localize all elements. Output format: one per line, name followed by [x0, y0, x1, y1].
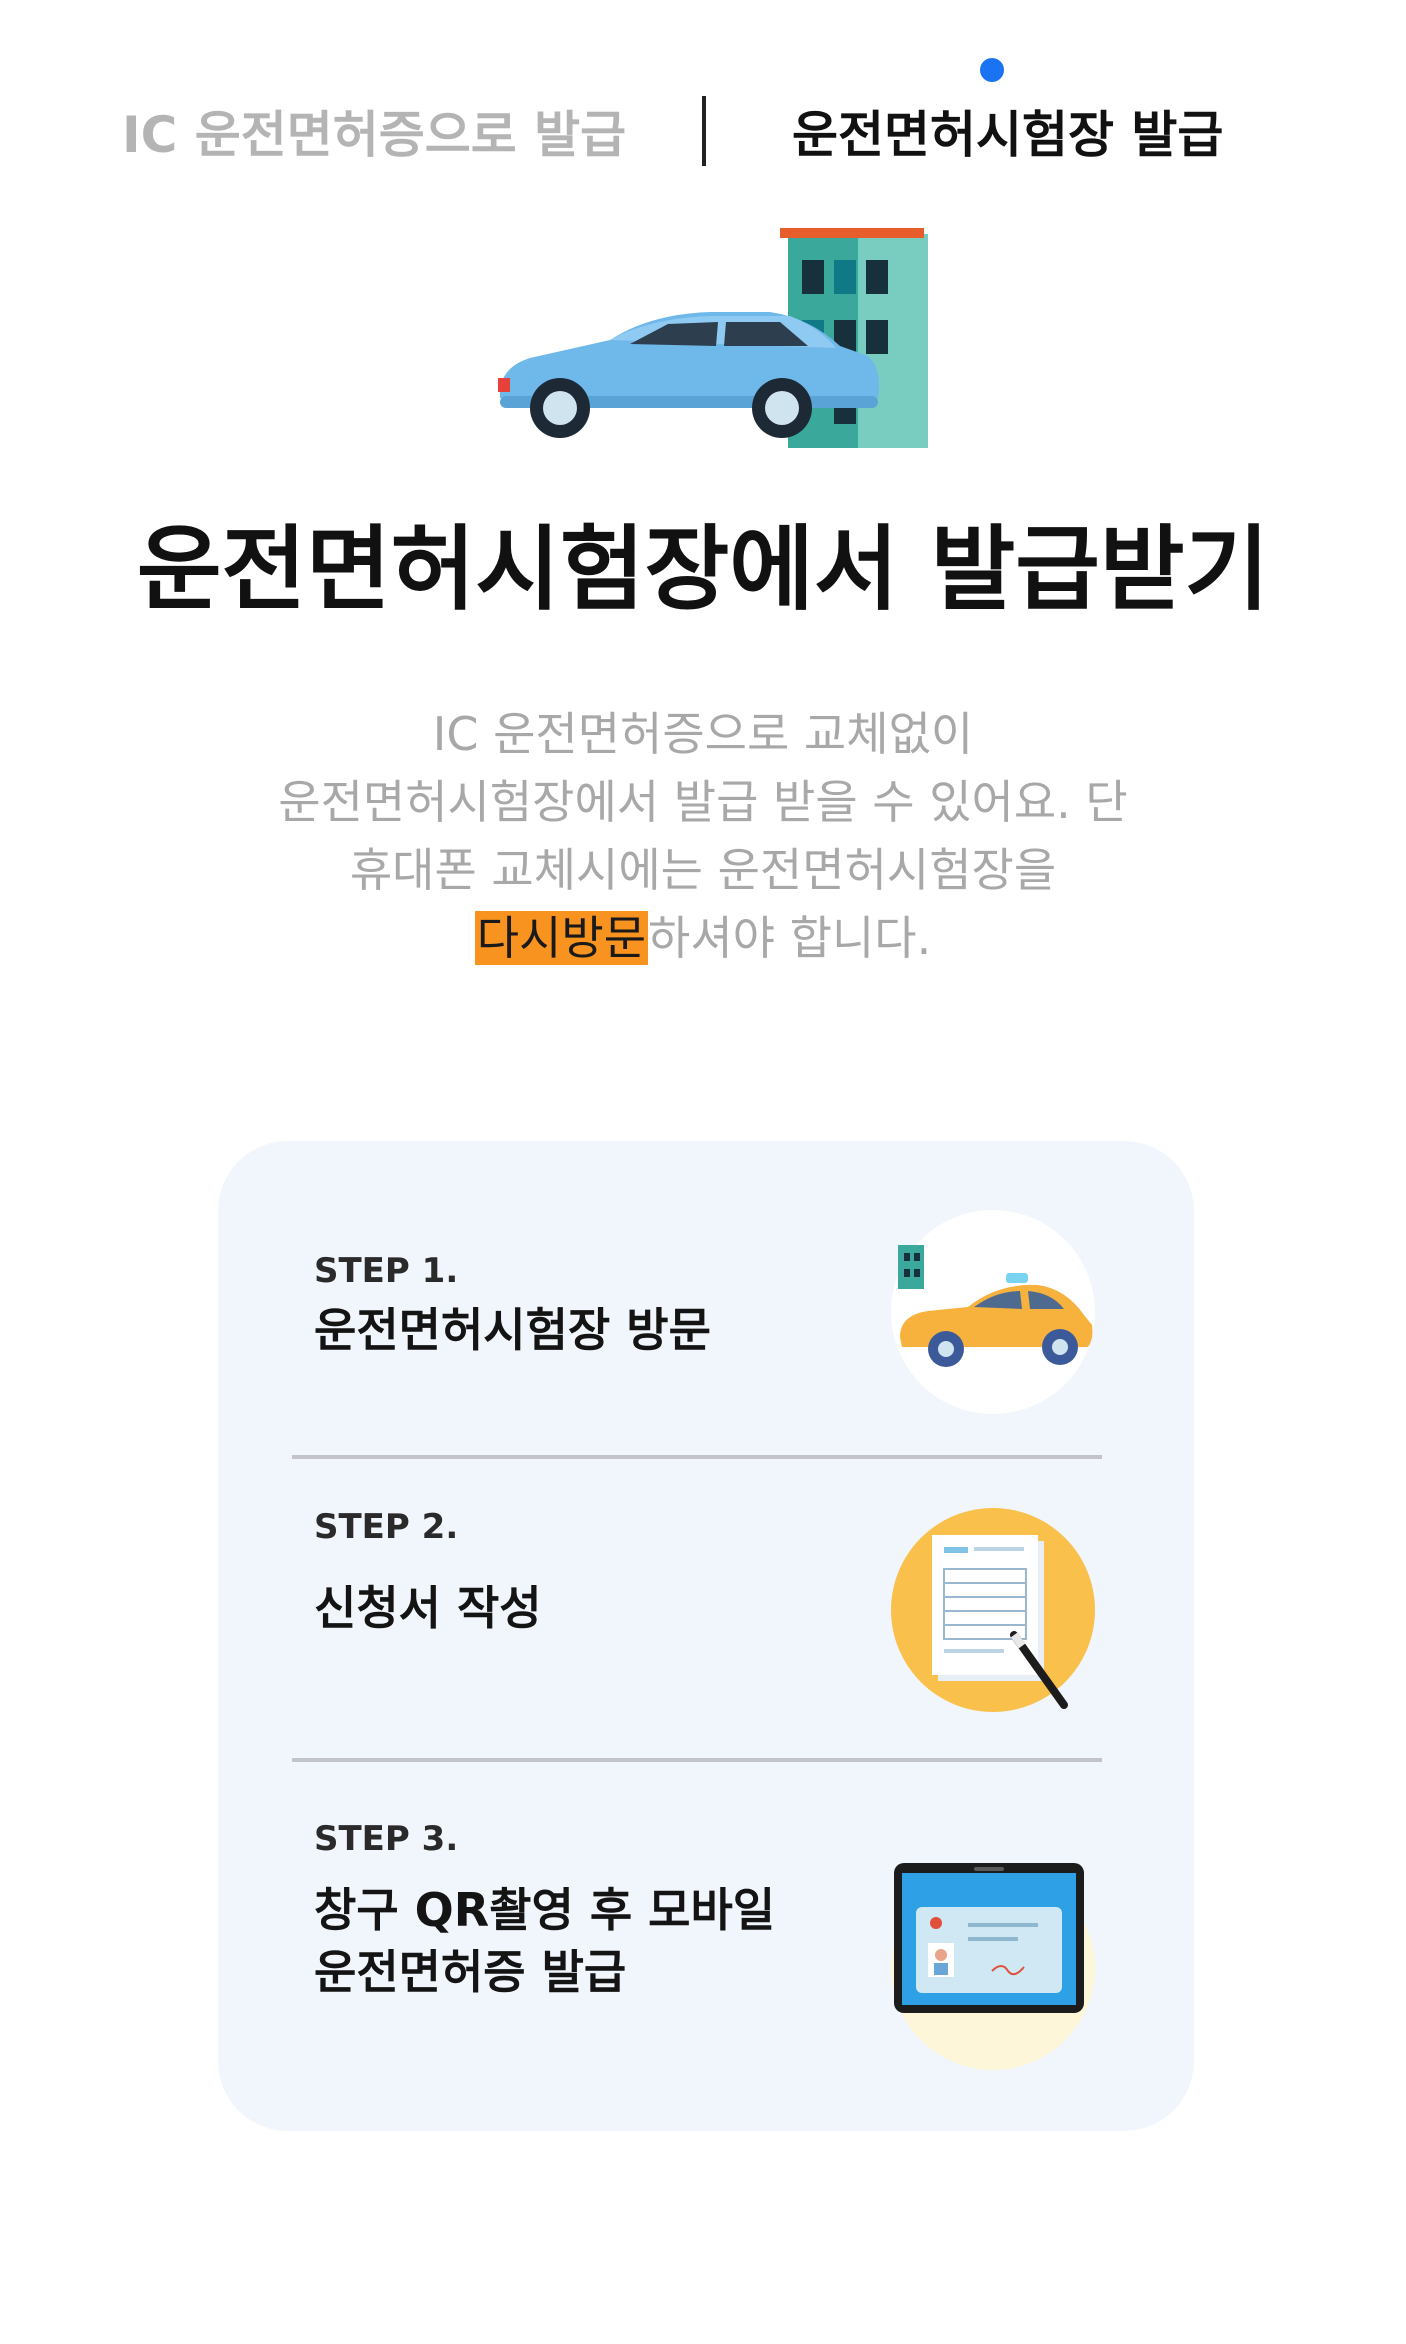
description-line-4: 다시방문하셔야 합니다.: [0, 904, 1406, 972]
step-3-title-line-1: 창구 QR촬영 후 모바일: [314, 1883, 776, 1937]
description-line-4-rest: 하셔야 합니다.: [648, 911, 932, 965]
car-building-illustration: [498, 228, 928, 448]
active-tab-indicator: [980, 58, 1004, 82]
step-1-label: STEP 1.: [314, 1251, 459, 1291]
step-3-label: STEP 3.: [314, 1819, 459, 1859]
tab-exam-center[interactable]: 운전면허시험장 발급: [792, 100, 1223, 170]
taxi-icon: [891, 1210, 1095, 1414]
tab-ic-license[interactable]: IC 운전면허증으로 발급: [122, 100, 626, 170]
step-1-title: 운전면허시험장 방문: [314, 1303, 711, 1357]
tab-divider: [702, 96, 706, 166]
step-divider-1: [292, 1455, 1102, 1459]
steps-card: STEP 1. 운전면허시험장 방문 STEP 2. 신청서 작성 STEP 3…: [218, 1141, 1194, 2131]
tab-bar: IC 운전면허증으로 발급 운전면허시험장 발급: [0, 0, 1406, 200]
description: IC 운전면허증으로 교체없이 운전면허시험장에서 발급 받을 수 있어요. 단…: [0, 700, 1406, 972]
phone-license-icon: [891, 1863, 1095, 2070]
description-line-2: 운전면허시험장에서 발급 받을 수 있어요. 단: [278, 775, 1128, 829]
description-line-1: IC 운전면허증으로 교체없이: [432, 707, 974, 761]
page-title: 운전면허시험장에서 발급받기: [136, 516, 1270, 623]
step-2-label: STEP 2.: [314, 1507, 459, 1547]
document-pen-icon: [891, 1508, 1095, 1712]
step-3-title-line-2: 운전면허증 발급: [314, 1945, 627, 1999]
step-divider-2: [292, 1758, 1102, 1762]
step-2-title: 신청서 작성: [314, 1581, 542, 1635]
description-line-3: 휴대폰 교체시에는 운전면허시험장을: [349, 843, 1057, 897]
highlight-revisit: 다시방문: [474, 911, 649, 965]
